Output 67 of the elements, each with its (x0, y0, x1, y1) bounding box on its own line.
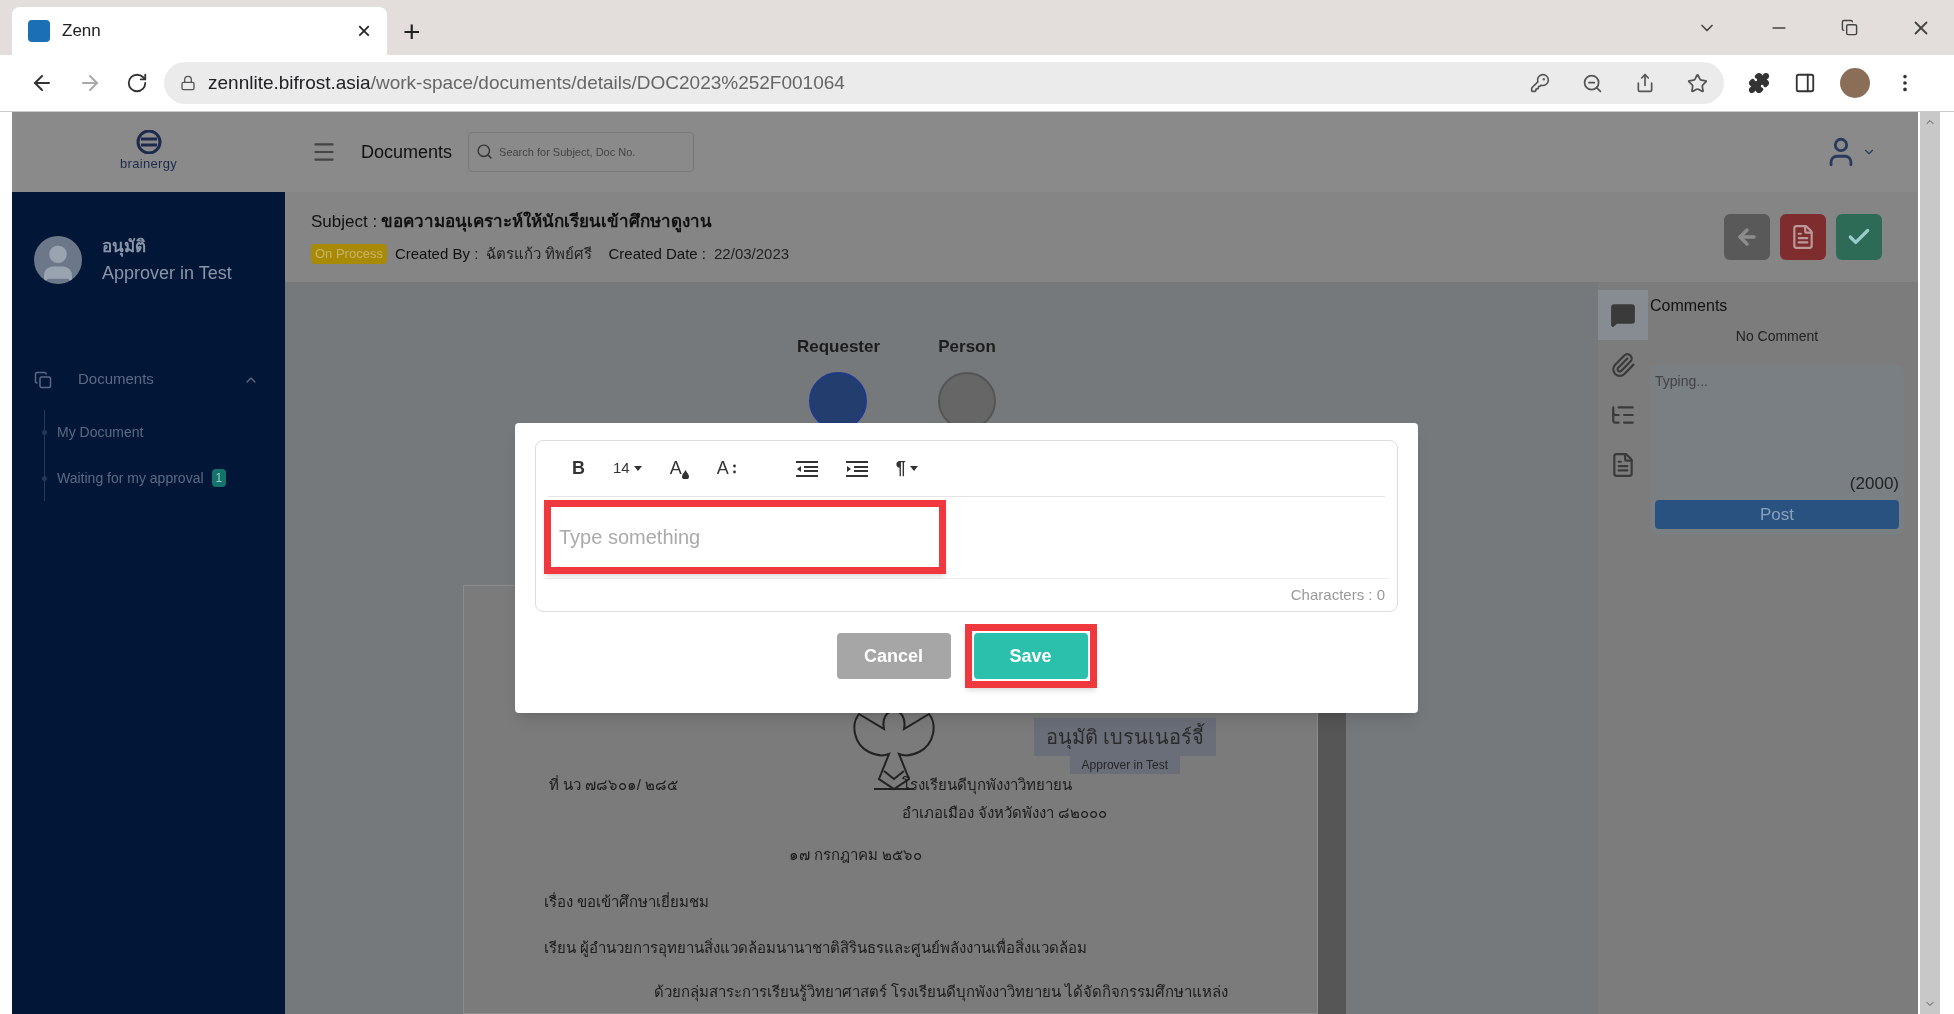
address-bar[interactable]: zennlite.bifrost.asia/work-space/documents/details/DOC2023%252F001064 (164, 62, 1724, 104)
paperclip-icon (1610, 352, 1636, 378)
editor-field[interactable]: Type something (544, 500, 946, 575)
browser-tab[interactable]: Zenn × (12, 7, 387, 55)
close-tab-button[interactable]: × (357, 19, 371, 43)
character-limit: (2000) (1849, 472, 1899, 495)
comments-title: Comments (1650, 296, 1729, 316)
tab-title: Zenn (62, 20, 102, 43)
approve-button[interactable] (1836, 214, 1882, 260)
character-counter: Characters : 0 (1289, 584, 1386, 605)
created-date-label: Created Date : (608, 243, 707, 264)
new-tab-button[interactable]: + (403, 17, 421, 47)
url-text: zennlite.bifrost.asia/work-space/documents/details/DOC2023%252F001064 (208, 70, 846, 95)
drop-icon (681, 470, 689, 479)
comments-tab[interactable] (1598, 290, 1648, 340)
text-color-button[interactable]: A (661, 452, 697, 485)
search-field[interactable]: Search for Subject, Doc No. (468, 132, 695, 172)
letter-paragraph: ด้วยกลุ่มสาระการเรียนรู้วิทยาศาสตร์ โรงเรียนดีบุกพังงาวิทยายน ได้จัดกิจกรรมศึกษาแหล่ง (653, 981, 1228, 1003)
profile-avatar[interactable] (1840, 68, 1870, 98)
comment-field[interactable]: Typing... (2000) Post (1650, 365, 1904, 535)
bookmark-star-icon[interactable] (1687, 72, 1708, 94)
caret-icon (633, 466, 642, 471)
extensions-icon[interactable] (1748, 72, 1770, 94)
created-by-value: ฉัตรแก้ว ทิพย์ศรี (486, 243, 593, 264)
created-date-value: 22/03/2023 (714, 243, 790, 264)
letter-line: เรื่อง ขอเข้าศึกษาเยี่ยมชม (543, 891, 710, 912)
status-badge: On Process (311, 244, 387, 264)
key-icon[interactable] (1530, 73, 1550, 93)
letter-address-line: อำเภอเมือง จังหวัดพังงา ๘๒๐๐๐ (901, 803, 1107, 823)
outdent-icon (795, 460, 818, 477)
text-size-button[interactable]: A (708, 452, 744, 485)
bold-button[interactable]: B (564, 452, 593, 485)
letter-reference: ที่ นว ๗๘๖๐๑/ ๒๘๕ (548, 774, 679, 795)
indent-icon (845, 460, 868, 477)
workflow-step-label: Requester (796, 336, 881, 358)
subject-text: ขอความอนุเคราะห์ให้นักเรียนเข้าศึกษาดูงาน (381, 210, 713, 235)
font-size-dropdown[interactable]: 14 (605, 452, 650, 485)
caret-icon (909, 466, 918, 471)
comment-icon (1610, 302, 1636, 328)
stamp-name: อนุมัติ เบรนเนอร์จี้ (1033, 717, 1217, 756)
workflow-step-label: Person (938, 336, 996, 358)
page-title: Documents (361, 140, 453, 164)
paragraph-dropdown[interactable]: ¶ (887, 452, 926, 485)
letter-line: เรียน ผู้อำนวยการอุทยานสิ่งแวดล้อมนานาชาติสิรินธรและศูนย์พลังงานเพื่อสิ่งแวดล้อม (543, 937, 1087, 960)
favicon-icon (28, 20, 50, 42)
user-role: Approver in Test (102, 261, 232, 285)
zoom-icon[interactable] (1582, 72, 1603, 94)
letter-address-line: โรงเรียนดีบุกพังงาวิทยายน (901, 774, 1073, 796)
share-icon[interactable] (1635, 73, 1655, 93)
created-by-label: Created By : (394, 243, 479, 264)
letter-date: ๑๗ กรกฎาคม ๒๕๖๐ (788, 844, 922, 865)
lock-icon (180, 75, 196, 91)
comment-input[interactable]: Typing... (1655, 371, 1899, 471)
subject-label: Subject : (311, 211, 378, 233)
reject-button[interactable] (1780, 214, 1826, 260)
document-icon (1610, 452, 1636, 478)
dots-icon (732, 463, 736, 474)
empty-comments-text: No Comment (1735, 327, 1819, 346)
search-icon (476, 143, 494, 160)
side-panel-icon[interactable] (1794, 72, 1816, 94)
user-name: อนุมัติ (102, 236, 147, 259)
logo-icon (134, 130, 163, 155)
restore-icon[interactable] (1841, 19, 1858, 36)
logo-text: brainergy (119, 155, 178, 174)
documents-icon (34, 370, 52, 389)
reload-icon[interactable] (126, 72, 148, 94)
count-badge: 1 (211, 469, 227, 487)
